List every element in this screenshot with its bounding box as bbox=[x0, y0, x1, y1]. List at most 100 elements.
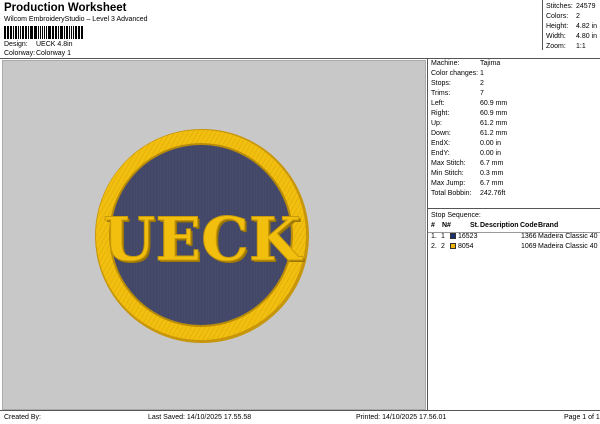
design-text: UECK bbox=[103, 205, 303, 275]
zoom-value: 1:1 bbox=[576, 43, 586, 50]
barcode-bar bbox=[39, 26, 41, 39]
machine-info-value: 1 bbox=[480, 70, 484, 77]
machine-info-row: Down: 61.2 mm bbox=[431, 130, 507, 137]
worksheet-title: Production Worksheet bbox=[4, 2, 127, 14]
machine-info-label: EndX: bbox=[431, 140, 451, 147]
machine-info-label: Max Stitch: bbox=[431, 160, 466, 167]
col-n: N# bbox=[442, 222, 451, 229]
stop-needle: 2 bbox=[441, 243, 445, 250]
barcode-bar bbox=[81, 26, 83, 39]
barcode-bar bbox=[73, 26, 74, 39]
barcode-bar bbox=[55, 26, 57, 39]
machine-info-value: 7 bbox=[480, 90, 484, 97]
barcode-bar bbox=[57, 26, 59, 39]
height-label: Height: bbox=[546, 23, 569, 30]
machine-info-row: Left: 60.9 mm bbox=[431, 100, 507, 107]
barcode-bar bbox=[64, 26, 65, 39]
machine-info-label: Left: bbox=[431, 100, 445, 107]
barcode-bar bbox=[10, 26, 12, 39]
colorway-row: Colorway:Colorway 1 bbox=[4, 50, 71, 57]
machine-info-label: Stops: bbox=[431, 80, 451, 87]
barcode-bar bbox=[33, 26, 35, 39]
stop-code-num: 8054 bbox=[458, 243, 474, 250]
stitches-label: Stitches: bbox=[546, 3, 573, 10]
barcode-bar bbox=[8, 26, 10, 39]
barcode-bar bbox=[18, 26, 20, 39]
machine-info-label: Total Bobbin: bbox=[431, 190, 472, 197]
barcode-bar bbox=[51, 26, 53, 39]
barcode-bar bbox=[38, 26, 39, 39]
colors-label: Colors: bbox=[546, 13, 569, 20]
stop-brand: Madeira Classic 40 bbox=[538, 243, 598, 250]
production-worksheet: Production Worksheet Wilcom EmbroiderySt… bbox=[0, 0, 600, 424]
height-row: Height: 4.82 in bbox=[543, 22, 600, 32]
stitches-value: 24579 bbox=[576, 3, 596, 10]
colors-value: 2 bbox=[576, 13, 580, 20]
barcode-bar bbox=[20, 26, 21, 39]
machine-info-row: Color changes: 1 bbox=[431, 70, 484, 77]
col-code: Code bbox=[520, 222, 538, 229]
barcode-bar bbox=[74, 26, 77, 39]
barcode-bar bbox=[65, 26, 69, 39]
machine-info-value: 242.76ft bbox=[480, 190, 506, 197]
design-preview: UECK UECK bbox=[2, 60, 426, 410]
barcode-bar bbox=[77, 26, 79, 39]
machine-info-label: Max Jump: bbox=[431, 180, 466, 187]
col-num: # bbox=[431, 222, 435, 229]
stop-brand: Madeira Classic 40 bbox=[538, 233, 598, 240]
machine-info-label: Color changes: bbox=[431, 70, 479, 77]
barcode-bar bbox=[41, 26, 44, 39]
machine-info-row: Trims: 7 bbox=[431, 90, 484, 97]
barcode-bar bbox=[69, 26, 71, 39]
barcode-bar bbox=[79, 26, 81, 39]
machine-info-value: 0.00 in bbox=[480, 140, 502, 147]
width-value: 4.80 in bbox=[576, 33, 598, 40]
stop-needle: 1 bbox=[441, 233, 445, 240]
machine-info-label: Trims: bbox=[431, 90, 451, 97]
machine-info-value: 60.9 mm bbox=[480, 110, 508, 117]
barcode-bar bbox=[6, 26, 8, 39]
barcode-bar bbox=[21, 26, 24, 39]
machine-info-label: Down: bbox=[431, 130, 451, 137]
barcode-bar bbox=[24, 26, 26, 39]
machine-info-row: Max Stitch: 6.7 mm bbox=[431, 160, 503, 167]
stop-num: 2. bbox=[431, 243, 437, 250]
barcode-bar bbox=[26, 26, 28, 39]
barcode-bar bbox=[14, 26, 18, 39]
info-box: Stitches: 24579 Colors: 2 Height: 4.82 i… bbox=[543, 2, 600, 52]
barcode-bar bbox=[53, 26, 55, 39]
col-st: St. bbox=[470, 222, 479, 229]
colorway-label: Colorway: bbox=[4, 50, 36, 57]
zoom-row: Zoom: 1:1 bbox=[543, 42, 600, 52]
machine-info-row: EndY: 0.00 in bbox=[431, 150, 501, 157]
machine-info-row: EndX: 0.00 in bbox=[431, 140, 501, 147]
page-number: Page 1 of 1 bbox=[564, 414, 600, 421]
stop-num: 1. bbox=[431, 233, 437, 240]
barcode-bar bbox=[12, 26, 14, 39]
stop-sequence-header: # N# St. Description Code Brand bbox=[428, 222, 600, 232]
stop-stitches: 1069 bbox=[521, 243, 537, 250]
machine-info-label: Right: bbox=[431, 110, 450, 117]
color-swatch bbox=[450, 233, 456, 239]
machine-panel: Stop Sequence: # N# St. Description Code… bbox=[428, 60, 600, 410]
barcode-bar bbox=[44, 26, 46, 39]
machine-info-label: Up: bbox=[431, 120, 442, 127]
color-swatch bbox=[450, 243, 456, 249]
machine-info-label: Machine: bbox=[431, 60, 460, 67]
width-label: Width: bbox=[546, 33, 566, 40]
machine-info-row: Min Stitch: 0.3 mm bbox=[431, 170, 503, 177]
col-description: Description bbox=[480, 222, 519, 229]
printed-date: Printed: 14/10/2025 17.56.01 bbox=[356, 414, 447, 421]
col-brand: Brand bbox=[538, 222, 559, 229]
stop-code-num: 16523 bbox=[458, 233, 478, 240]
footer: Created By: Last Saved: 14/10/2025 17.55… bbox=[0, 411, 600, 424]
created-by: Created By: bbox=[4, 414, 41, 421]
machine-info-row: Up: 61.2 mm bbox=[431, 120, 507, 127]
stop-stitches: 1366 bbox=[521, 233, 537, 240]
last-saved: Last Saved: 14/10/2025 17.55.58 bbox=[148, 414, 252, 421]
machine-info-value: 0.3 mm bbox=[480, 170, 504, 177]
machine-info-value: 6.7 mm bbox=[480, 160, 504, 167]
stop-row: 1. 1 16523 1366 Madeira Classic 40 bbox=[428, 233, 600, 243]
barcode-bar bbox=[35, 26, 38, 39]
zoom-label: Zoom: bbox=[546, 43, 566, 50]
